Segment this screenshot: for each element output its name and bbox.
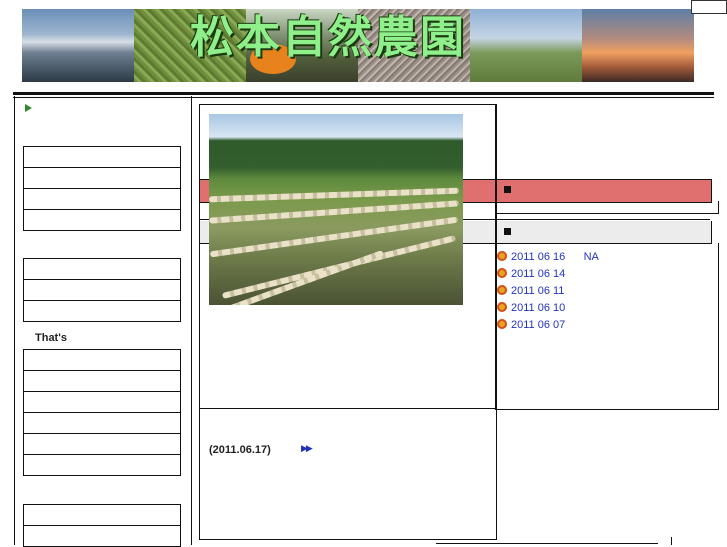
banner-photo-sunset	[582, 9, 694, 82]
sidebar: That's	[14, 96, 192, 547]
menu-item[interactable]	[23, 168, 181, 189]
sidebar-menu-4	[23, 504, 181, 547]
menu-item[interactable]	[23, 146, 181, 168]
sidebar-menu-3	[23, 349, 181, 476]
flower-icon	[497, 251, 507, 261]
post-footer-divider	[199, 408, 496, 409]
post-photo-onion-field[interactable]	[209, 114, 463, 305]
footer-tick	[671, 537, 672, 545]
recent-entry-link[interactable]: 2011 06 10	[497, 302, 565, 314]
menu-item[interactable]	[23, 280, 181, 301]
flower-icon	[497, 285, 507, 295]
section-bar-red-frame	[495, 201, 719, 214]
menu-item[interactable]	[23, 301, 181, 322]
menu-item[interactable]	[23, 434, 181, 455]
banner-photo-crops	[470, 9, 582, 82]
play-icon[interactable]	[25, 104, 32, 112]
menu-item[interactable]	[23, 392, 181, 413]
menu-item[interactable]	[23, 413, 181, 434]
banner-photo-sky	[22, 9, 134, 82]
flower-icon	[497, 268, 507, 278]
bullet-square-icon	[504, 228, 511, 235]
menu-item[interactable]	[23, 189, 181, 210]
onion-row	[209, 187, 460, 203]
menu-item[interactable]	[23, 210, 181, 231]
menu-item[interactable]	[23, 526, 181, 547]
sidebar-menu-1	[23, 146, 181, 231]
corner-button[interactable]	[691, 0, 727, 14]
onion-row	[209, 216, 459, 258]
site-title[interactable]: 松本自然農園	[190, 12, 466, 64]
recent-entry-date: 2011 06 11	[511, 285, 565, 297]
sidebar-menu-2	[23, 258, 181, 322]
recent-entry-link[interactable]: 2011 06 11	[497, 285, 564, 297]
footer-rule	[199, 539, 433, 544]
menu-item[interactable]	[23, 455, 181, 476]
post-date: (2011.06.17)	[209, 444, 271, 456]
double-arrow-icon[interactable]: ▶▶	[301, 444, 313, 454]
recent-entry-date: 2011 06 10	[511, 302, 566, 314]
recent-entry-link[interactable]: 2011 06 16 NA	[497, 251, 599, 263]
sidebar-heading-thats: That's	[35, 332, 67, 344]
recent-entry-extra: NA	[583, 251, 599, 263]
flower-icon	[497, 319, 507, 329]
menu-item[interactable]	[23, 349, 181, 371]
menu-item[interactable]	[23, 504, 181, 526]
recent-entry-date: 2011 06 07	[511, 319, 566, 331]
recent-entry-date: 2011 06 14	[511, 268, 566, 280]
menu-item[interactable]	[23, 258, 181, 280]
header-divider	[13, 92, 714, 95]
menu-item[interactable]	[23, 371, 181, 392]
recent-entry-link[interactable]: 2011 06 07	[497, 319, 565, 331]
recent-entry-date: 2011 06 16	[511, 251, 566, 263]
onion-row	[209, 200, 459, 224]
flower-icon	[497, 302, 507, 312]
bullet-square-icon	[504, 186, 511, 193]
recent-entry-link[interactable]: 2011 06 14	[497, 268, 565, 280]
